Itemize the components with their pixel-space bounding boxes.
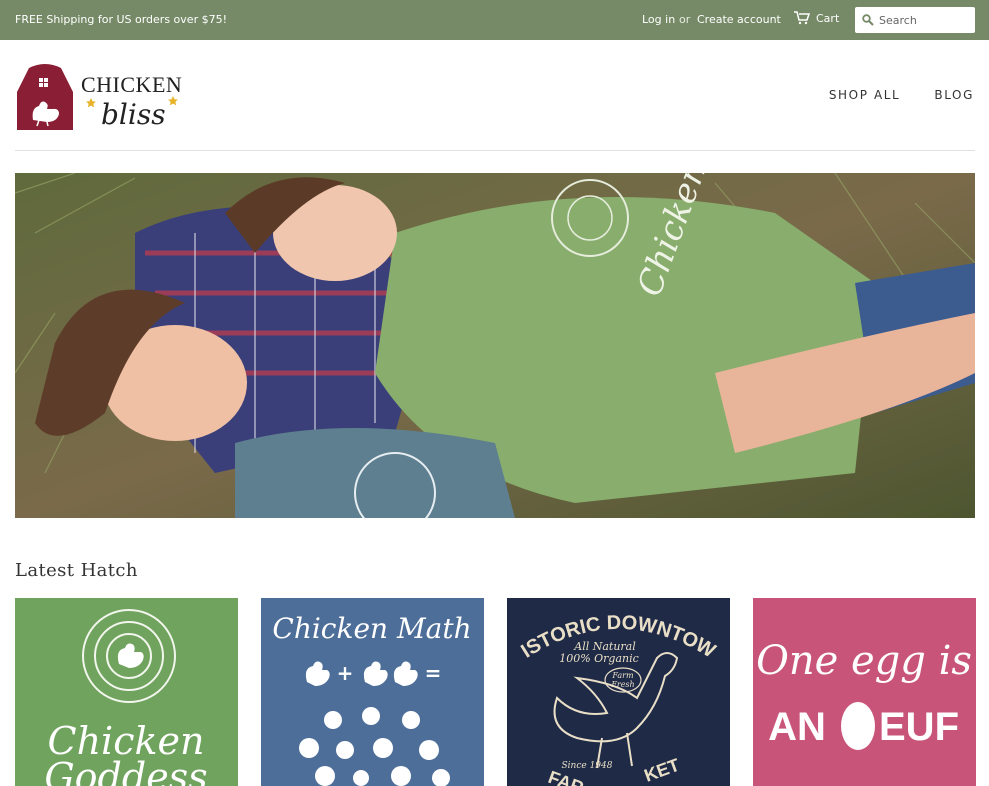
free-shipping-promo: FREE Shipping for US orders over $75! [15, 13, 227, 26]
historic-downtown-image: HISTORIC DOWNTOWN All Natural 100% Organ… [507, 598, 730, 786]
site-header: CHICKEN bliss SHOP ALL BLOG [0, 40, 989, 151]
product-2-line-1: Chicken Math [272, 612, 471, 645]
product-4-line-1: One egg is [756, 638, 972, 684]
chicken-math-image: Chicken Math + = [261, 598, 484, 786]
egg-icon [841, 702, 875, 750]
product-card-historic-downtown[interactable]: HISTORIC DOWNTOWN All Natural 100% Organ… [507, 598, 730, 786]
hero-banner[interactable]: Chicken Goddess [15, 173, 975, 518]
product-1-line-2: Goddess [44, 755, 207, 786]
announcement-bar: FREE Shipping for US orders over $75! Lo… [0, 0, 989, 40]
header-divider [15, 150, 975, 151]
hero-image: Chicken Goddess [15, 173, 975, 518]
brand-line-1: CHICKEN [81, 72, 182, 97]
product-4-line-2: AN [768, 705, 826, 749]
nav-shop-all[interactable]: SHOP ALL [829, 88, 901, 102]
cart-label: Cart [816, 11, 840, 25]
product-2-plus: + [337, 661, 354, 685]
one-egg-image: One egg is AN EUF [753, 598, 976, 786]
latest-hatch-heading: Latest Hatch [15, 560, 138, 581]
product-card-chicken-goddess[interactable]: Chicken Goddess [15, 598, 238, 786]
product-3-badge-1: Farm [611, 671, 634, 680]
main-nav: SHOP ALL BLOG [829, 88, 974, 102]
brand-line-2: bliss [101, 98, 166, 131]
product-card-one-egg[interactable]: One egg is AN EUF [753, 598, 976, 786]
create-account-link[interactable]: Create account [697, 13, 781, 26]
product-3-since: Since 1948 [562, 761, 613, 771]
chicken-bliss-logo[interactable]: CHICKEN bliss [15, 62, 191, 132]
product-3-line-3: 100% Organic [559, 652, 639, 665]
search-input[interactable] [877, 12, 973, 28]
cart-link[interactable]: Cart [794, 11, 839, 25]
search-icon[interactable] [859, 14, 877, 26]
product-3-badge-2: Fresh [610, 680, 634, 689]
search-box[interactable] [855, 7, 975, 33]
chicken-goddess-image: Chicken Goddess [15, 598, 238, 786]
product-4-line-3: EUF [879, 705, 959, 749]
login-link[interactable]: Log in [642, 13, 675, 26]
product-grid: Chicken Goddess Chicken Math + = ISTORIC… [15, 598, 976, 786]
product-2-equals: = [425, 661, 442, 685]
nav-blog[interactable]: BLOG [934, 88, 974, 102]
product-card-chicken-math[interactable]: Chicken Math + = [261, 598, 484, 786]
or-text: or [679, 13, 691, 26]
cart-icon [794, 11, 810, 25]
